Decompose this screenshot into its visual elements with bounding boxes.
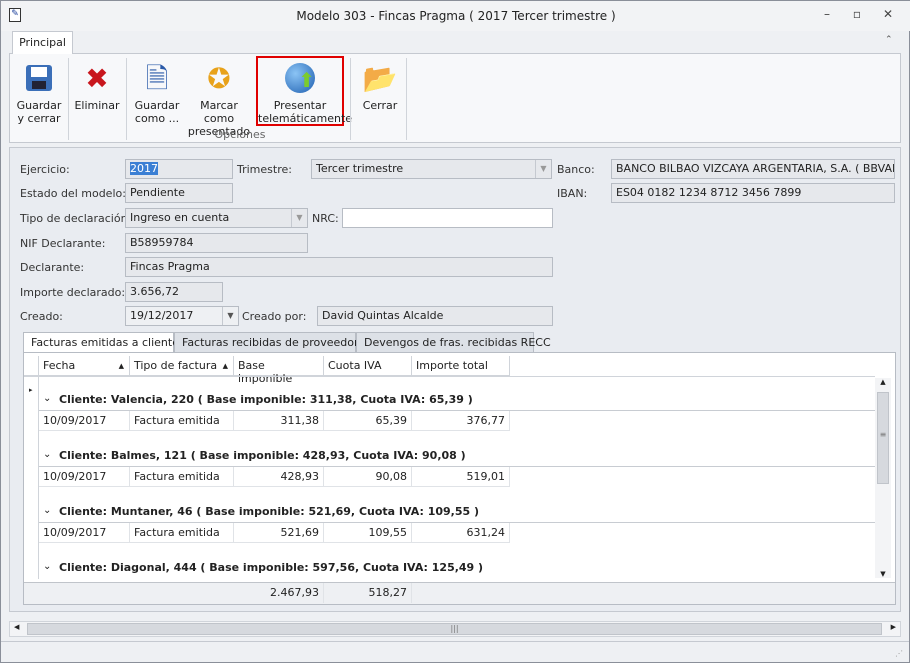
column-header-cuota[interactable]: Cuota IVA	[324, 356, 412, 376]
separator	[350, 58, 351, 140]
column-header-tipo[interactable]: Tipo de factura ▲	[130, 356, 234, 376]
chevron-down-icon[interactable]: ▼	[291, 209, 307, 227]
column-header-importe[interactable]: Importe total	[412, 356, 510, 376]
declarante-label: Declarante:	[20, 261, 85, 274]
nrc-input[interactable]	[342, 208, 553, 228]
window-title: Modelo 303 - Fincas Pragma ( 2017 Tercer…	[296, 9, 616, 23]
presentar-telematicamente-button[interactable]: ⬆ Presentar telemáticamente	[256, 56, 352, 126]
guardar-como-button[interactable]: 🗎 Guardar como ...	[133, 58, 181, 128]
nif-label: NIF Declarante:	[20, 237, 106, 250]
scrollbar-thumb[interactable]: |||	[27, 623, 882, 635]
current-row-icon: ▸	[29, 386, 33, 394]
ejercicio-label: Ejercicio:	[20, 163, 70, 176]
tab-facturas-recibidas[interactable]: Facturas recibidas de proveedores	[174, 332, 371, 353]
chevron-down-icon[interactable]: ⌄	[43, 449, 51, 460]
group-row[interactable]: ⌄ Cliente: Diagonal, 444 ( Base imponible…	[39, 561, 875, 574]
trimestre-select[interactable]: Tercer trimestre ▼	[311, 159, 552, 179]
eliminar-button[interactable]: ✖ Eliminar	[72, 58, 122, 128]
scroll-up-icon[interactable]: ▲	[875, 378, 891, 392]
column-header-fecha[interactable]: Fecha ▲	[39, 356, 130, 376]
tab-principal[interactable]: Principal	[12, 31, 73, 54]
save-icon	[22, 61, 56, 95]
importe-label: Importe declarado:	[20, 286, 126, 299]
nif-field[interactable]: B58959784	[125, 233, 308, 253]
marcar-presentado-button[interactable]: ✪ Marcar como presentado	[185, 58, 253, 138]
separator	[68, 58, 69, 140]
group-row[interactable]: ⌄ Cliente: Valencia, 220 ( Base imponible…	[39, 393, 875, 406]
chevron-down-icon[interactable]: ▼	[222, 307, 238, 325]
delete-x-icon: ✖	[85, 61, 109, 95]
tab-facturas-emitidas[interactable]: Facturas emitidas a clientes	[23, 332, 185, 354]
total-base: 2.467,93	[234, 583, 324, 603]
total-cuota: 518,27	[324, 583, 412, 603]
creado-label: Creado:	[20, 310, 63, 323]
minimize-button[interactable]: –	[817, 7, 837, 25]
title-bar: ✎ Modelo 303 - Fincas Pragma ( 2017 Terc…	[1, 1, 910, 31]
save-as-document-icon: 🗎	[145, 61, 169, 95]
cerrar-button[interactable]: 📂 Cerrar	[355, 58, 405, 128]
ribbon: Guardar y cerrar ✖ Eliminar 🗎 Guardar como…	[9, 53, 901, 143]
creado-date-field[interactable]: 19/12/2017 ▼	[125, 306, 239, 326]
sort-asc-icon: ▲	[222, 362, 228, 370]
tab-devengos-recc[interactable]: Devengos de fras. recibidas RECC	[356, 332, 551, 353]
close-button[interactable]: ✕	[878, 7, 898, 25]
horizontal-scrollbar[interactable]: ◀ ||| ▶	[9, 621, 901, 637]
group-row[interactable]: ⌄ Cliente: Balmes, 121 ( Base imponible: …	[39, 449, 875, 462]
divider	[24, 376, 875, 377]
sort-asc-icon: ▲	[118, 362, 124, 370]
totals-footer: 2.467,93 518,27	[24, 582, 895, 604]
tipo-label: Tipo de declaración:	[20, 212, 132, 225]
collapse-ribbon-icon[interactable]: ⌃	[885, 35, 893, 45]
iban-label: IBAN:	[557, 187, 588, 200]
group-label-opciones: Opciones	[214, 128, 266, 141]
invoice-grid: Fecha ▲ Tipo de factura ▲ Base imponible C…	[23, 352, 896, 605]
guardar-y-cerrar-button[interactable]: Guardar y cerrar	[14, 58, 64, 128]
tipo-declaracion-select[interactable]: Ingreso en cuenta ▼	[125, 208, 308, 228]
separator	[406, 58, 407, 140]
resize-grip-icon[interactable]: ⋰	[895, 649, 903, 658]
group-row[interactable]: ⌄ Cliente: Muntaner, 46 ( Base imponible:…	[39, 505, 875, 518]
vertical-scrollbar[interactable]: ▲ ≡ ▼	[875, 378, 891, 578]
banco-field[interactable]: BANCO BILBAO VIZCAYA ARGENTARIA, S.A. ( …	[611, 159, 895, 179]
chevron-down-icon[interactable]: ▼	[535, 160, 551, 178]
nrc-label: NRC:	[312, 212, 339, 225]
creado-por-label: Creado por:	[242, 310, 307, 323]
estado-field[interactable]: Pendiente	[125, 183, 233, 203]
creado-por-field[interactable]: David Quintas Alcalde	[317, 306, 553, 326]
folder-open-icon: 📂	[362, 61, 398, 95]
chevron-down-icon[interactable]: ⌄	[43, 393, 51, 404]
banco-label: Banco:	[557, 163, 595, 176]
ejercicio-field[interactable]: 2017	[125, 159, 233, 179]
column-header-base[interactable]: Base imponible	[234, 356, 324, 385]
estado-label: Estado del modelo:	[20, 187, 126, 200]
trimestre-label: Trimestre:	[237, 163, 292, 176]
scrollbar-thumb[interactable]: ≡	[877, 392, 889, 484]
globe-upload-icon: ⬆	[283, 61, 317, 95]
status-bar-divider	[1, 641, 909, 642]
scroll-right-icon[interactable]: ▶	[891, 623, 896, 631]
scroll-down-icon[interactable]: ▼	[875, 570, 891, 578]
row-indicator-header	[24, 356, 39, 376]
window: ✎ Modelo 303 - Fincas Pragma ( 2017 Terc…	[0, 0, 910, 663]
maximize-button[interactable]: ▫	[847, 7, 867, 25]
scroll-left-icon[interactable]: ◀	[14, 623, 19, 631]
importe-field[interactable]: 3.656,72	[125, 282, 223, 302]
seal-check-icon: ✪	[207, 61, 231, 95]
chevron-down-icon[interactable]: ⌄	[43, 561, 51, 572]
chevron-down-icon[interactable]: ⌄	[43, 505, 51, 516]
declarante-field[interactable]: Fincas Pragma	[125, 257, 553, 277]
iban-field[interactable]: ES04 0182 1234 8712 3456 7899	[611, 183, 895, 203]
row-indicator-column: ▸	[24, 377, 39, 579]
